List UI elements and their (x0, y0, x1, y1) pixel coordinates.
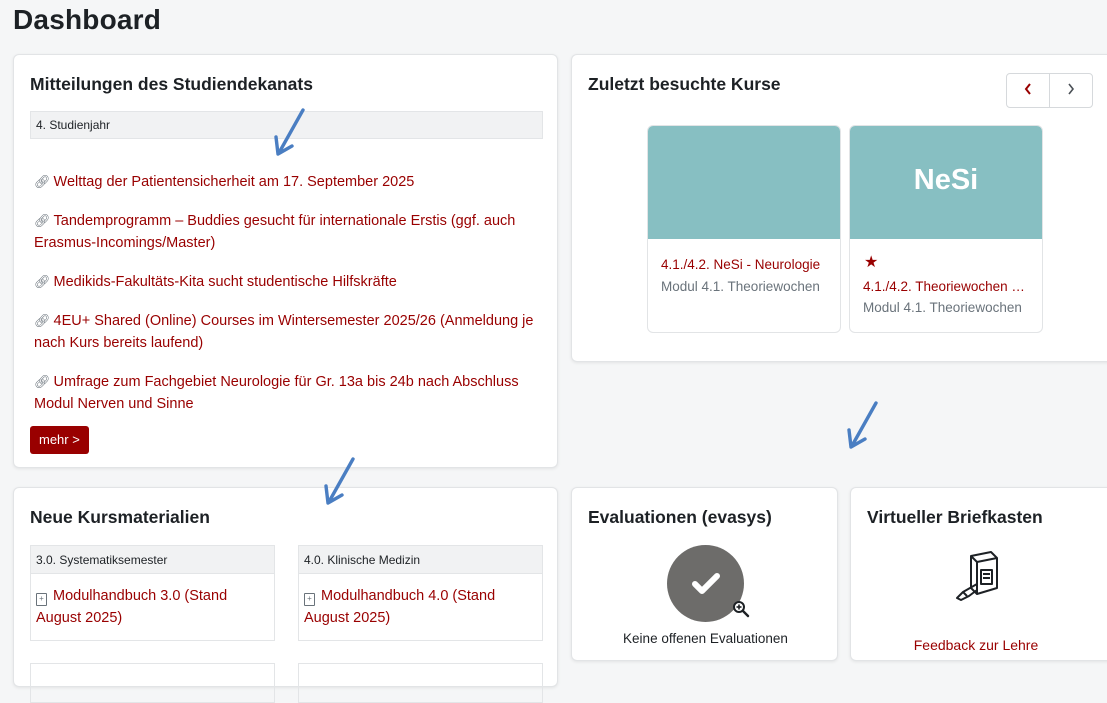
annotation-arrow-icon (847, 401, 878, 449)
chevron-left-icon (1024, 83, 1031, 95)
course-category: Modul 4.1. Theoriewochen (863, 300, 1022, 315)
course-name[interactable]: 4.1./4.2. Theoriewochen NeSi (863, 279, 1031, 294)
evaluations-status: Keine offenen Evaluationen (623, 631, 788, 646)
link-icon: 🔗︎ (34, 313, 51, 328)
news-item[interactable]: 🔗︎ 4EU+ Shared (Online) Courses im Winter… (34, 310, 549, 354)
news-item[interactable]: 🔗︎ Tandemprogramm – Buddies gesucht für i… (34, 210, 549, 254)
feedback-link[interactable]: Feedback zur Lehre (851, 637, 1101, 653)
mitteilungen-title: Mitteilungen des Studiendekanats (30, 74, 313, 94)
course-name[interactable]: 4.1./4.2. NeSi - Neurologie (661, 257, 829, 272)
link-icon: 🔗︎ (34, 174, 51, 189)
news-list: 🔗︎ Welttag der Patientensicherheit am 17.… (34, 171, 549, 432)
prev-button[interactable] (1006, 73, 1050, 108)
recent-courses-card: Zuletzt besuchte Kurse 4.1./4.2. NeSi - … (571, 54, 1107, 362)
annotation-arrow-icon (324, 457, 355, 505)
course-pager (1006, 73, 1094, 108)
course-card[interactable]: NeSi ★ 4.1./4.2. Theoriewochen NeSi Modu… (849, 125, 1043, 333)
course-category: Modul 4.1. Theoriewochen (661, 279, 820, 294)
materials-heading: 4.0. Klinische Medizin (299, 546, 542, 574)
file-icon: + (36, 593, 47, 606)
more-button[interactable]: mehr > (30, 426, 89, 454)
file-icon: + (304, 593, 315, 606)
course-banner[interactable]: NeSi (850, 126, 1042, 239)
material-item[interactable]: + Modulhandbuch 3.0 (Stand August 2025) (31, 574, 274, 629)
mailbox-title: Virtueller Briefkasten (867, 507, 1043, 527)
next-button[interactable] (1049, 73, 1093, 108)
link-icon: 🔗︎ (34, 374, 51, 389)
mailbox-card: Virtueller Briefkasten Feedback zur Lehr… (850, 487, 1107, 661)
course-banner-text: NeSi (913, 164, 979, 196)
material-item[interactable]: + Modulhandbuch 4.0 (Stand August 2025) (299, 574, 542, 629)
mailbox-icon (956, 551, 998, 601)
materials-column (30, 663, 275, 703)
materials-heading: 3.0. Systematiksemester (31, 546, 274, 574)
recent-courses-title: Zuletzt besuchte Kurse (588, 74, 781, 94)
news-item[interactable]: 🔗︎ Medikids-Fakultäts-Kita sucht studenti… (34, 271, 549, 293)
course-card[interactable]: 4.1./4.2. NeSi - Neurologie Modul 4.1. T… (647, 125, 841, 333)
news-item[interactable]: 🔗︎ Umfrage zum Fachgebiet Neurologie für … (34, 371, 549, 415)
annotation-arrow-icon (274, 108, 305, 156)
zoom-in-icon (733, 601, 750, 618)
chevron-right-icon (1068, 83, 1075, 95)
materials-column: 3.0. Systematiksemester + Modulhandbuch 3… (30, 545, 275, 641)
materials-title: Neue Kursmaterialien (30, 507, 210, 527)
course-banner[interactable] (648, 126, 840, 239)
evaluations-title: Evaluationen (evasys) (588, 507, 772, 527)
news-item[interactable]: 🔗︎ Welttag der Patientensicherheit am 17.… (34, 171, 549, 193)
evaluations-card: Evaluationen (evasys) Keine offenen Eval… (571, 487, 838, 661)
link-icon: 🔗︎ (34, 274, 51, 289)
materials-column: 4.0. Klinische Medizin + Modulhandbuch 4.… (298, 545, 543, 641)
materials-column (298, 663, 543, 703)
link-icon: 🔗︎ (34, 213, 51, 228)
page-title: Dashboard (13, 4, 162, 35)
star-icon: ★ (864, 254, 879, 271)
materials-card: Neue Kursmaterialien 3.0. Systematikseme… (13, 487, 558, 703)
